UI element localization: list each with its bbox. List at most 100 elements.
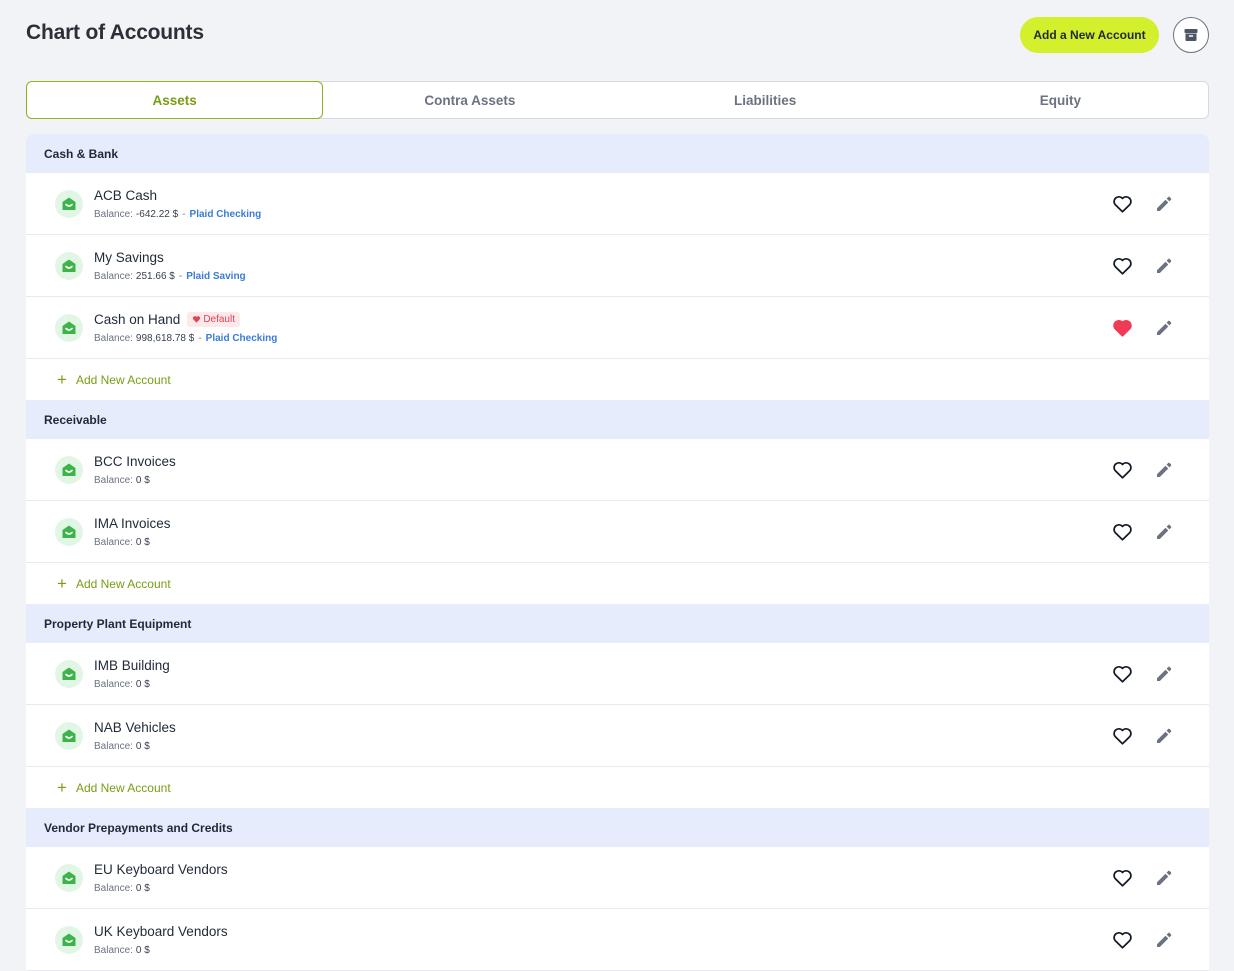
balance-line: Balance: 0 $	[94, 679, 170, 690]
favorite-button[interactable]	[1111, 725, 1133, 747]
section-header: Vendor Prepayments and Credits	[26, 808, 1209, 847]
heart-icon	[1112, 932, 1132, 949]
edit-button[interactable]	[1154, 194, 1174, 214]
tab-liabilities[interactable]: Liabilities	[618, 82, 913, 118]
heart-icon	[1112, 870, 1132, 887]
balance-value: 0 $	[135, 740, 150, 752]
plus-icon: +	[57, 778, 67, 797]
heart-icon	[1112, 524, 1132, 541]
balance-line: Balance: 0 $	[94, 741, 176, 752]
add-new-account-link[interactable]: + Add New Account	[26, 359, 1209, 400]
favorite-button[interactable]	[1111, 929, 1133, 951]
account-row[interactable]: IMB Building Balance: 0 $	[26, 643, 1209, 705]
account-info: IMB Building Balance: 0 $	[94, 658, 170, 690]
account-name-line: EU Keyboard Vendors	[94, 862, 228, 877]
account-row[interactable]: My Savings Balance: 251.66 $ - Plaid Saving	[26, 235, 1209, 297]
add-new-account-link[interactable]: + Add New Account	[26, 767, 1209, 808]
account-info: ACB Cash Balance: -642.22 $ - Plaid Checking	[94, 188, 261, 220]
linked-account-link[interactable]: Plaid Saving	[186, 271, 245, 282]
balance-value: 0 $	[135, 944, 150, 956]
account-name-line: NAB Vehicles	[94, 720, 176, 735]
heart-icon	[1112, 320, 1132, 337]
account-info: BCC Invoices Balance: 0 $	[94, 454, 176, 486]
account-row[interactable]: ACB Cash Balance: -642.22 $ - Plaid Checking	[26, 173, 1209, 235]
balance-line: Balance: 998,618.78 $ - Plaid Checking	[94, 333, 277, 344]
favorite-button[interactable]	[1111, 459, 1133, 481]
favorite-button[interactable]	[1111, 663, 1133, 685]
balance-label: Balance:	[94, 678, 133, 690]
heart-icon	[1112, 462, 1132, 479]
balance-line: Balance: 251.66 $ - Plaid Saving	[94, 271, 246, 282]
add-new-account-button[interactable]: Add a New Account	[1020, 17, 1159, 53]
balance-line: Balance: 0 $	[94, 945, 228, 956]
edit-button[interactable]	[1154, 522, 1174, 542]
balance-label: Balance:	[94, 882, 133, 894]
pencil-icon	[1157, 666, 1172, 681]
edit-button[interactable]	[1154, 930, 1174, 950]
favorite-button[interactable]	[1111, 255, 1133, 277]
plus-icon: +	[57, 574, 67, 593]
archive-button[interactable]	[1173, 17, 1209, 53]
edit-button[interactable]	[1154, 256, 1174, 276]
bank-account-icon	[55, 251, 83, 280]
favorite-button[interactable]	[1111, 521, 1133, 543]
balance-value: 0 $	[135, 678, 150, 690]
linked-account-link[interactable]: Plaid Checking	[190, 209, 262, 220]
page-title: Chart of Accounts	[26, 21, 204, 44]
favorite-button[interactable]	[1111, 193, 1133, 215]
tab-equity[interactable]: Equity	[913, 82, 1208, 118]
pencil-icon	[1157, 462, 1172, 477]
add-new-account-link[interactable]: + Add New Account	[26, 563, 1209, 604]
account-name-line: UK Keyboard Vendors	[94, 924, 228, 939]
plus-icon: +	[57, 370, 67, 389]
account-name-line: BCC Invoices	[94, 454, 176, 469]
tab-assets[interactable]: Assets	[26, 81, 324, 119]
heart-small-icon	[193, 316, 201, 323]
account-info: EU Keyboard Vendors Balance: 0 $	[94, 862, 228, 894]
account-row[interactable]: UK Keyboard Vendors Balance: 0 $	[26, 909, 1209, 971]
account-name: EU Keyboard Vendors	[94, 861, 228, 877]
default-badge-label: Default	[203, 313, 235, 325]
bank-account-icon	[55, 863, 83, 892]
balance-label: Balance:	[94, 208, 133, 220]
favorite-button[interactable]	[1111, 867, 1133, 889]
balance-line: Balance: 0 $	[94, 475, 176, 486]
account-name: My Savings	[94, 249, 164, 265]
account-info: IMA Invoices Balance: 0 $	[94, 516, 171, 548]
linked-account-link[interactable]: Plaid Checking	[206, 333, 278, 344]
balance-label: Balance:	[94, 332, 133, 344]
account-info: My Savings Balance: 251.66 $ - Plaid Saving	[94, 250, 246, 282]
edit-button[interactable]	[1154, 460, 1174, 480]
edit-button[interactable]	[1154, 664, 1174, 684]
account-name: IMB Building	[94, 657, 170, 673]
account-type-tabs: Assets Contra Assets Liabilities Equity	[26, 81, 1209, 119]
heart-icon	[1112, 196, 1132, 213]
edit-button[interactable]	[1154, 726, 1174, 746]
pencil-icon	[1157, 870, 1172, 885]
pencil-icon	[1157, 258, 1172, 273]
account-name: BCC Invoices	[94, 453, 176, 469]
balance-value: 0 $	[135, 474, 150, 486]
bank-account-icon	[55, 313, 83, 342]
balance-label: Balance:	[94, 536, 133, 548]
edit-button[interactable]	[1154, 868, 1174, 888]
separator: -	[178, 270, 183, 282]
heart-icon	[1112, 728, 1132, 745]
account-row[interactable]: NAB Vehicles Balance: 0 $	[26, 705, 1209, 767]
account-row[interactable]: BCC Invoices Balance: 0 $	[26, 439, 1209, 501]
account-name: IMA Invoices	[94, 515, 171, 531]
tab-contra-assets[interactable]: Contra Assets	[322, 82, 617, 118]
favorite-button[interactable]	[1111, 317, 1133, 339]
pencil-icon	[1157, 196, 1172, 211]
edit-button[interactable]	[1154, 318, 1174, 338]
bank-account-icon	[55, 925, 83, 954]
account-row[interactable]: Cash on Hand Default Balance: 998,618.78 $ -…	[26, 297, 1209, 359]
account-info: UK Keyboard Vendors Balance: 0 $	[94, 924, 228, 956]
balance-label: Balance:	[94, 270, 133, 282]
balance-label: Balance:	[94, 740, 133, 752]
account-row[interactable]: EU Keyboard Vendors Balance: 0 $	[26, 847, 1209, 909]
account-row[interactable]: IMA Invoices Balance: 0 $	[26, 501, 1209, 563]
account-name: NAB Vehicles	[94, 719, 176, 735]
archive-box-icon	[1184, 29, 1198, 41]
account-name-line: Cash on Hand Default	[94, 311, 277, 327]
